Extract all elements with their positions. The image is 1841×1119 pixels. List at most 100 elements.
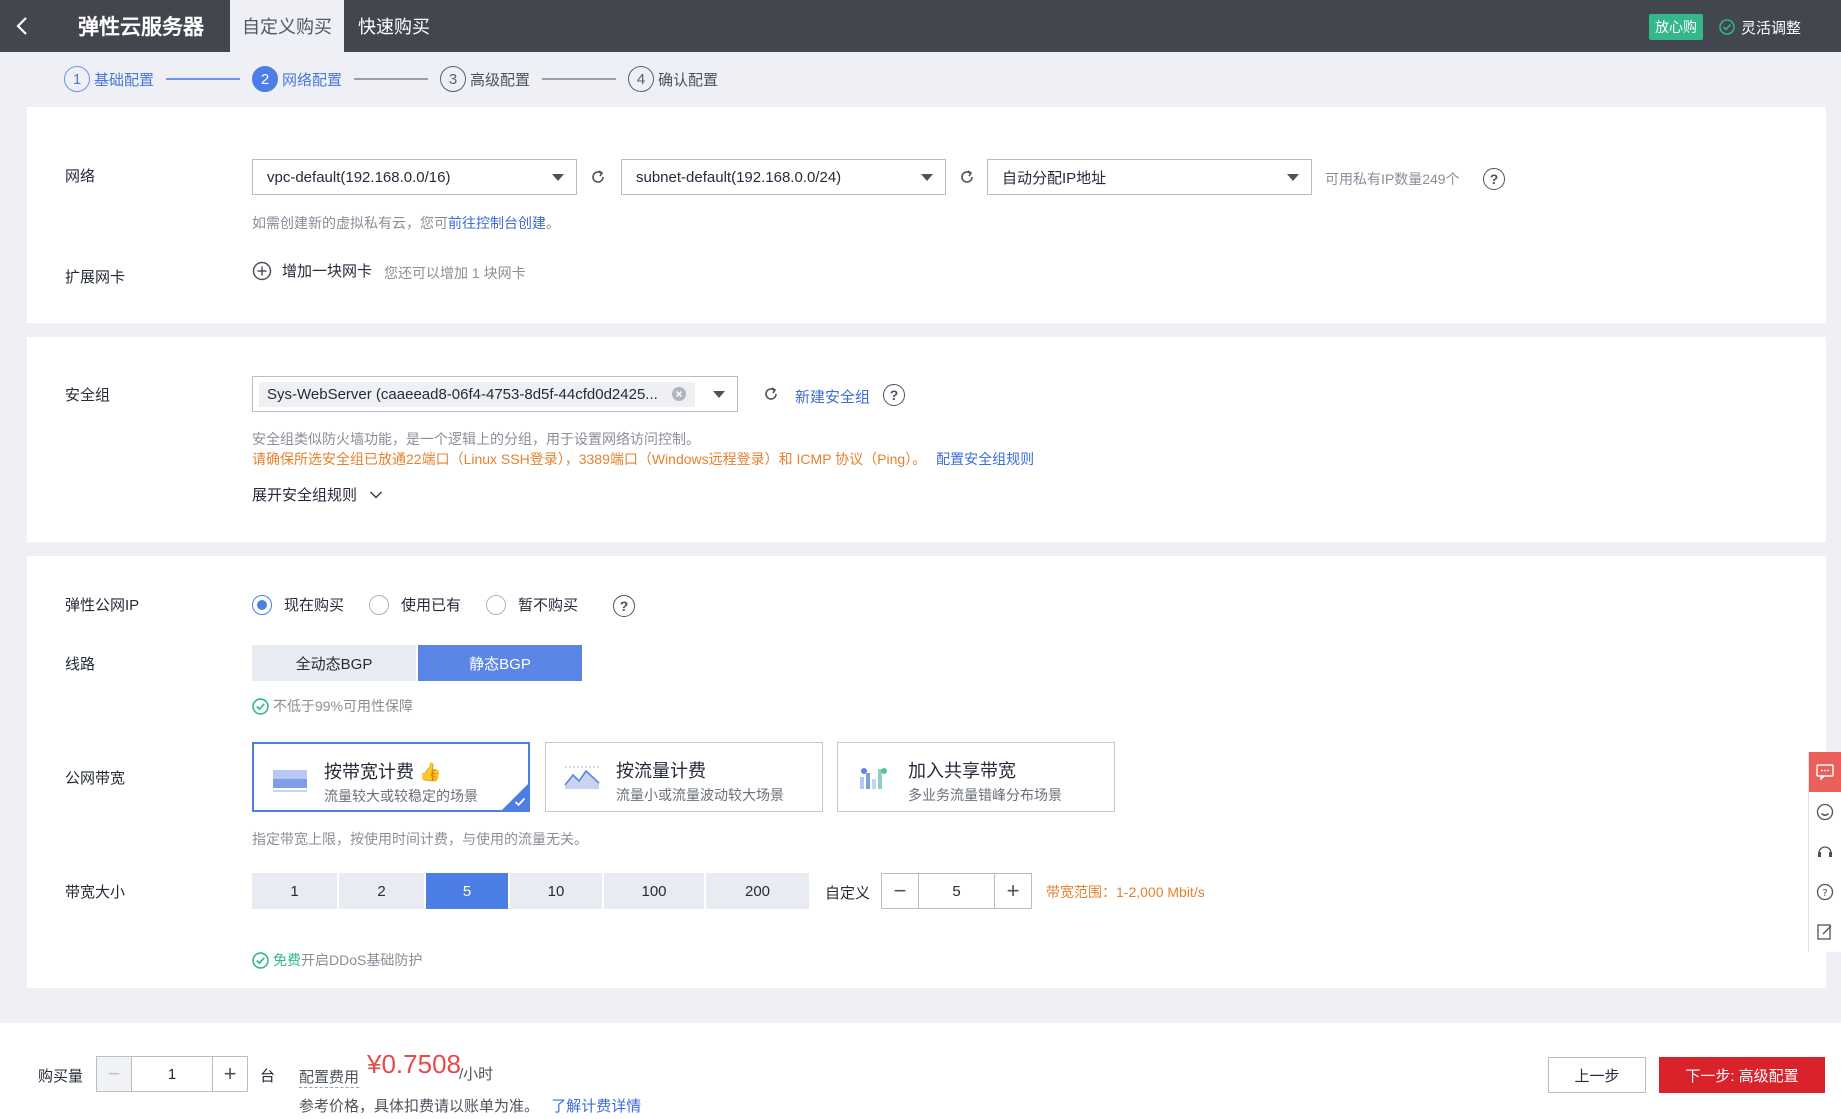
caret-down-icon [1287,174,1299,181]
page-title: 弹性云服务器 [78,16,204,39]
radio-use-existing[interactable]: 使用已有 [369,594,461,615]
create-vpc-link[interactable]: 前往控制台创建 [448,215,546,231]
next-button[interactable]: 下一步: 高级配置 [1659,1057,1825,1093]
shared-bandwidth-icon [860,768,887,789]
step-network-config: 2 网络配置 [252,66,342,92]
caret-down-icon [552,174,564,181]
add-nic-label: 增加一块网卡 [282,263,373,280]
headset-icon [1818,846,1832,857]
refresh-icon[interactable] [589,168,607,186]
help-circle-icon: ? [1816,883,1834,901]
bandwidth-value-input[interactable]: 5 [918,874,995,908]
step-connector [166,78,241,80]
quantity-input[interactable]: 1 [131,1057,213,1091]
billing-card-by-traffic[interactable]: 按流量计费 流量小或流量波动较大场景 [545,742,823,812]
network-label: 网络 [65,168,96,185]
previous-button[interactable]: 上一步 [1548,1057,1646,1093]
step-basic-config[interactable]: 1 基础配置 [64,66,154,92]
ip-assign-select[interactable]: 自动分配IP地址 [987,159,1312,195]
svg-text:?: ? [1822,888,1827,899]
increment-button[interactable]: + [213,1057,247,1091]
flex-adjust-link[interactable]: 灵活调整 [1719,17,1801,38]
bandwidth-option[interactable]: 1 [252,873,337,909]
billing-card-subtitle: 流量小或流量波动较大场景 [616,787,784,803]
assurance-badge[interactable]: 放心购 [1648,14,1703,40]
flex-adjust-label: 灵活调整 [1740,19,1801,37]
decrement-button[interactable]: − [882,874,918,908]
billing-card-by-bandwidth[interactable]: 按带宽计费 👍 流量较大或较稳定的场景 [252,742,530,812]
security-group-select[interactable]: Sys-WebServer (caaeead8-06f4-4753-8d5f-4… [252,376,738,412]
billing-details-link[interactable]: 了解计费详情 [551,1098,641,1115]
side-tool-service[interactable] [1808,832,1841,872]
security-group-warning-line: 请确保所选安全组已放通22端口（Linux SSH登录），3389端口（Wind… [252,449,1034,469]
edit-note-icon [1817,924,1832,940]
refresh-icon[interactable] [958,168,976,186]
chevron-left-icon [16,17,27,35]
bandwidth-option[interactable]: 100 [604,873,704,909]
ddos-text: 开启DDoS基础防护 [301,952,423,968]
billing-card-title: 加入共享带宽 [908,761,1016,781]
bandwidth-option[interactable]: 5 [426,873,508,909]
radio-indicator [486,594,506,615]
tab-custom-purchase[interactable]: 自定义购买 [230,0,344,52]
config-rules-link[interactable]: 配置安全组规则 [936,451,1034,467]
step-confirm-config: 4 确认配置 [628,66,718,92]
help-icon[interactable]: ? [613,595,635,617]
bandwidth-size-label: 带宽大小 [65,884,126,901]
side-tool-satisfaction[interactable] [1808,792,1841,832]
security-group-label: 安全组 [65,387,111,404]
line-option-dynamic-bgp[interactable]: 全动态BGP [252,645,416,681]
clear-icon[interactable] [671,386,687,402]
vpc-select-value: vpc-default(192.168.0.0/16) [267,168,451,186]
vpc-select[interactable]: vpc-default(192.168.0.0/16) [252,159,577,195]
fee-label[interactable]: 配置费用 [299,1066,360,1088]
smile-icon [1816,803,1834,821]
sla-text: 不低于99%可用性保障 [273,698,414,714]
add-nic-button[interactable]: 增加一块网卡 [252,260,372,281]
traffic-billing-icon [564,766,600,789]
step-connector [354,78,429,80]
decrement-button[interactable]: − [97,1057,131,1091]
quantity-unit: 台 [260,1068,276,1085]
fee-price: ¥0.7508 [367,1049,461,1079]
expand-rules-toggle[interactable]: 展开安全组规则 [252,484,383,505]
step-number: 2 [252,66,279,92]
radio-label: 暂不购买 [518,597,579,614]
side-tool-help[interactable]: ? [1808,872,1841,912]
fee-note: 参考价格，具体扣费请以账单为准。 了解计费详情 [299,1095,641,1116]
radio-buy-now[interactable]: 现在购买 [252,594,344,615]
eip-label: 弹性公网IP [65,597,140,614]
bandwidth-option[interactable]: 2 [339,873,424,909]
side-tool-feedback[interactable] [1808,752,1841,792]
help-icon[interactable]: ? [1483,168,1505,190]
refresh-icon[interactable] [762,385,780,403]
vpc-hint-suffix: 。 [546,215,560,231]
step-label: 网络配置 [282,71,343,89]
billing-card-subtitle: 多业务流量错峰分布场景 [908,787,1062,803]
billing-card-shared[interactable]: 加入共享带宽 多业务流量错峰分布场景 [837,742,1115,812]
help-icon[interactable]: ? [883,384,905,406]
side-tool-edit[interactable] [1808,912,1841,952]
fee-unit: /小时 [459,1066,494,1083]
step-label: 确认配置 [658,71,719,89]
bandwidth-option[interactable]: 10 [510,873,602,909]
top-right-area: 放心购 灵活调整 [1648,14,1801,40]
new-security-group-link[interactable]: 新建安全组 [795,386,870,407]
bandwidth-stepper: − 5 + [881,873,1032,909]
bandwidth-billing-icon [273,770,307,792]
subnet-select[interactable]: subnet-default(192.168.0.0/24) [621,159,946,195]
add-nic-hint: 您还可以增加 1 块网卡 [384,265,526,281]
tab-quick-purchase[interactable]: 快速购买 [344,0,444,52]
radio-indicator [252,594,272,615]
radio-no-purchase[interactable]: 暂不购买 [486,594,578,615]
thumbs-up-icon: 👍 [419,762,442,782]
bandwidth-option[interactable]: 200 [706,873,809,909]
security-group-warning: 请确保所选安全组已放通22端口（Linux SSH登录），3389端口（Wind… [252,451,927,467]
line-option-static-bgp[interactable]: 静态BGP [418,645,582,681]
back-button[interactable] [0,0,44,52]
increment-button[interactable]: + [995,874,1031,908]
chat-icon [1816,764,1834,780]
check-icon [514,797,526,807]
radio-label: 使用已有 [401,597,462,614]
radio-indicator [369,594,389,615]
